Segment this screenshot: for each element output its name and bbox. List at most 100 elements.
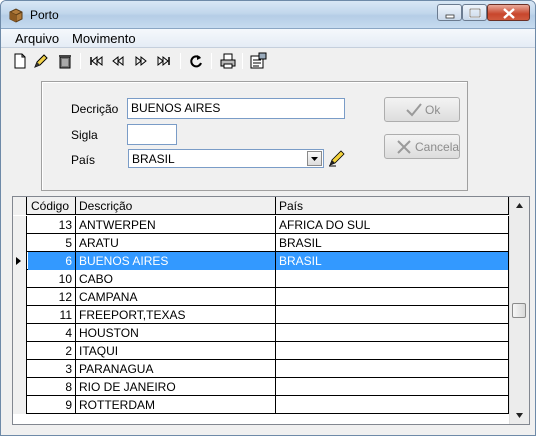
sigla-input[interactable]	[127, 124, 177, 145]
table-row[interactable]: 6 BUENOS AIRES BRASIL	[13, 252, 509, 270]
cell-pais[interactable]	[276, 288, 509, 306]
next-record-icon[interactable]	[132, 52, 150, 70]
cell-pais[interactable]: BRASIL	[276, 252, 509, 270]
cell-descricao[interactable]: ARATU	[76, 234, 276, 252]
grid-header: Código Descrição País	[13, 197, 509, 215]
edit-icon[interactable]	[32, 52, 50, 70]
menu-arquivo[interactable]: Arquivo	[15, 31, 59, 46]
records-grid[interactable]: Código Descrição País 13 ANTWERPEN AFRICA …	[12, 196, 530, 425]
cell-codigo[interactable]: 11	[28, 306, 76, 324]
toolbar-separator	[180, 53, 181, 69]
pais-selected-value: BRASIL	[132, 152, 175, 166]
previous-record-icon[interactable]	[109, 52, 127, 70]
cell-pais[interactable]: AFRICA DO SUL	[276, 216, 509, 234]
porto-window: Porto Arquivo Movimento Decrição BUENOS …	[0, 0, 536, 436]
close-button[interactable]	[487, 4, 530, 21]
header-indicator-cell	[13, 197, 27, 215]
table-row[interactable]: 8 RIO DE JANEIRO	[13, 378, 509, 396]
cell-descricao[interactable]: BUENOS AIRES	[76, 252, 276, 270]
cell-descricao[interactable]: CAMPANA	[76, 288, 276, 306]
cell-descricao[interactable]: ITAQUI	[76, 342, 276, 360]
cell-descricao[interactable]: PARANAGUA	[76, 360, 276, 378]
pais-label: País	[71, 153, 96, 167]
maximize-button[interactable]	[462, 4, 487, 21]
cell-codigo[interactable]: 8	[28, 378, 76, 396]
cell-pais[interactable]	[276, 324, 509, 342]
maximize-icon	[469, 8, 481, 18]
row-indicator[interactable]	[13, 360, 27, 378]
cell-descricao[interactable]: ANTWERPEN	[76, 216, 276, 234]
row-indicator[interactable]	[13, 270, 27, 288]
ok-button[interactable]: Ok	[384, 97, 460, 122]
row-indicator[interactable]	[13, 252, 27, 270]
pais-dropdown-button[interactable]	[307, 151, 322, 166]
delete-icon[interactable]	[56, 52, 74, 70]
grid-vertical-scrollbar[interactable]	[509, 197, 529, 424]
cell-codigo[interactable]: 13	[28, 216, 76, 234]
menu-bar: Arquivo Movimento	[1, 29, 535, 48]
row-indicator[interactable]	[13, 216, 27, 234]
cell-pais[interactable]	[276, 270, 509, 288]
cell-pais[interactable]	[276, 378, 509, 396]
row-indicator[interactable]	[13, 288, 27, 306]
toolbar-separator	[80, 53, 81, 69]
toolbar-separator	[242, 53, 243, 69]
new-document-icon[interactable]	[11, 52, 29, 70]
table-row[interactable]: 11 FREEPORT,TEXAS	[13, 306, 509, 324]
table-row[interactable]: 3 PARANAGUA	[13, 360, 509, 378]
descricao-input[interactable]: BUENOS AIRES	[127, 98, 345, 119]
pencil-icon[interactable]	[327, 148, 347, 168]
cell-descricao[interactable]: HOUSTON	[76, 324, 276, 342]
cell-codigo[interactable]: 9	[28, 396, 76, 414]
scrollbar-thumb[interactable]	[512, 303, 526, 318]
row-indicator[interactable]	[13, 396, 27, 414]
pais-select[interactable]: BRASIL	[128, 149, 324, 168]
column-header-descricao[interactable]: Descrição	[76, 197, 276, 215]
cell-codigo[interactable]: 2	[28, 342, 76, 360]
cell-pais[interactable]	[276, 342, 509, 360]
toolbar	[1, 48, 535, 74]
row-indicator[interactable]	[13, 306, 27, 324]
toolbar-separator	[211, 53, 212, 69]
column-header-codigo[interactable]: Código	[28, 197, 76, 215]
cell-pais[interactable]	[276, 360, 509, 378]
row-indicator[interactable]	[13, 342, 27, 360]
cell-codigo[interactable]: 4	[28, 324, 76, 342]
cancel-x-icon	[397, 140, 411, 154]
sigla-label: Sigla	[71, 128, 98, 142]
table-row[interactable]: 13 ANTWERPEN AFRICA DO SUL	[13, 216, 509, 234]
cell-descricao[interactable]: CABO	[76, 270, 276, 288]
table-row[interactable]: 12 CAMPANA	[13, 288, 509, 306]
cell-codigo[interactable]: 3	[28, 360, 76, 378]
scroll-up-icon[interactable]	[510, 197, 529, 214]
cancel-button[interactable]: Cancela	[384, 134, 460, 159]
cell-codigo[interactable]: 10	[28, 270, 76, 288]
cell-pais[interactable]	[276, 306, 509, 324]
print-icon[interactable]	[219, 52, 237, 70]
menu-movimento[interactable]: Movimento	[72, 31, 136, 46]
cell-codigo[interactable]: 6	[28, 252, 76, 270]
table-row[interactable]: 4 HOUSTON	[13, 324, 509, 342]
cell-descricao[interactable]: RIO DE JANEIRO	[76, 378, 276, 396]
cell-descricao[interactable]: ROTTERDAM	[76, 396, 276, 414]
last-record-icon[interactable]	[155, 52, 173, 70]
cell-pais[interactable]	[276, 396, 509, 414]
minimize-button[interactable]	[437, 4, 462, 21]
cell-descricao[interactable]: FREEPORT,TEXAS	[76, 306, 276, 324]
package-icon	[9, 8, 23, 23]
scroll-down-icon[interactable]	[510, 407, 529, 424]
cell-codigo[interactable]: 12	[28, 288, 76, 306]
refresh-icon[interactable]	[187, 52, 205, 70]
table-row[interactable]: 2 ITAQUI	[13, 342, 509, 360]
row-indicator[interactable]	[13, 324, 27, 342]
cell-codigo[interactable]: 5	[28, 234, 76, 252]
row-indicator[interactable]	[13, 378, 27, 396]
properties-icon[interactable]	[249, 52, 267, 70]
table-row[interactable]: 5 ARATU BRASIL	[13, 234, 509, 252]
table-row[interactable]: 9 ROTTERDAM	[13, 396, 509, 414]
column-header-pais[interactable]: País	[276, 197, 509, 215]
first-record-icon[interactable]	[87, 52, 105, 70]
cell-pais[interactable]: BRASIL	[276, 234, 509, 252]
row-indicator[interactable]	[13, 234, 27, 252]
table-row[interactable]: 10 CABO	[13, 270, 509, 288]
